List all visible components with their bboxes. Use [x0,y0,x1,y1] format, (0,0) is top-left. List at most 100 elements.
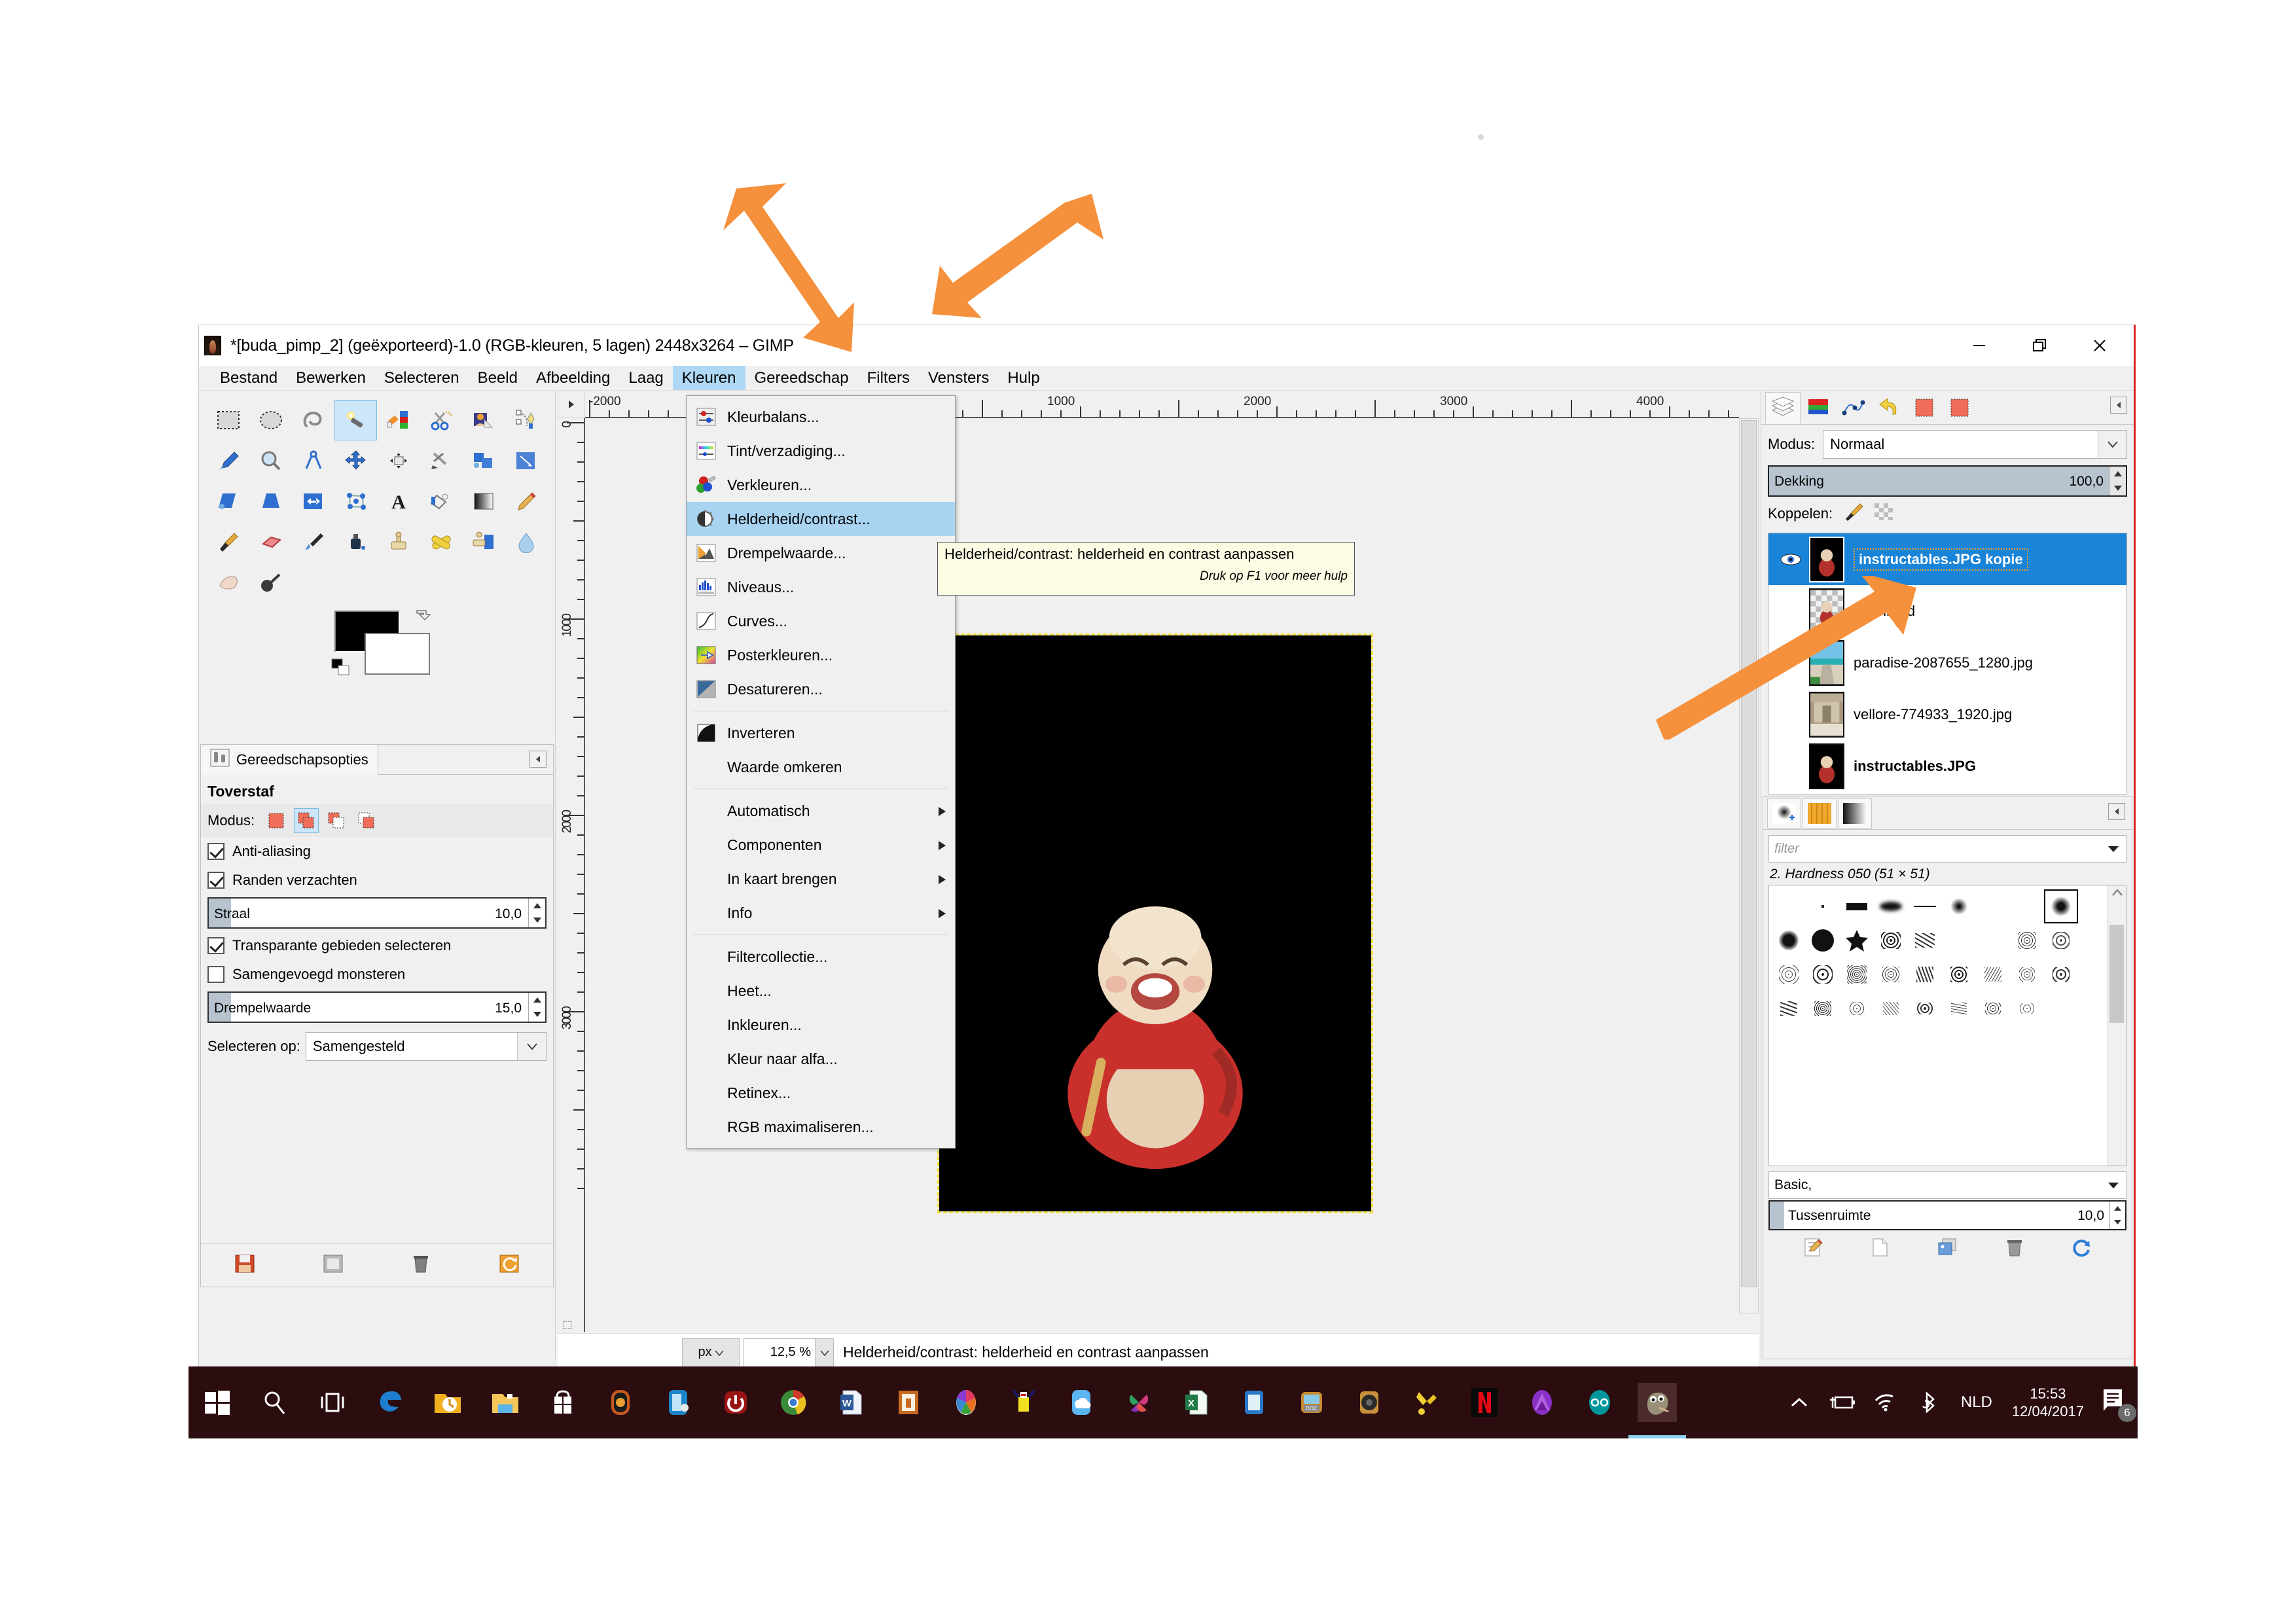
selection-editor-tab-icon[interactable] [1907,392,1942,423]
brush-item[interactable] [1942,889,1976,923]
brush-item[interactable] [1874,889,1908,923]
brush-item[interactable] [1806,957,1840,991]
brush-item[interactable] [2010,957,2044,991]
menu-item-kleurbalans[interactable]: Kleurbalans... [687,400,955,434]
brush-item[interactable] [1908,957,1942,991]
layers-list[interactable]: instructables.JPG kopie Klembord paradis… [1768,533,2127,794]
menu-item-waarde-omkeren[interactable]: Waarde omkeren [687,750,955,784]
menu-item-in-kaart-brengen[interactable]: In kaart brengen [687,862,955,896]
paths-tab-icon[interactable] [1836,392,1871,423]
brush-item[interactable] [1874,991,1908,1026]
brush-tag-combo[interactable]: Basic, [1768,1171,2126,1199]
menu-laag[interactable]: Laag [619,366,672,390]
vertical-scrollbar[interactable] [1739,418,1759,1313]
layer-row-instructables-kopie[interactable]: instructables.JPG kopie [1768,533,2126,585]
collapse-left-icon[interactable] [529,751,547,768]
layer-mode-combo[interactable]: Normaal [1823,430,2127,459]
delete-tool-preset-icon[interactable] [410,1253,432,1277]
brush-item[interactable] [1908,923,1942,957]
brush-item[interactable] [1772,889,1806,923]
brush-item[interactable] [1806,889,1840,923]
cage-transform-icon[interactable] [334,481,377,522]
bluetooth-icon[interactable] [1914,1388,1943,1417]
refresh-brushes-icon[interactable] [2071,1237,2092,1261]
ink-icon[interactable] [334,522,377,562]
new-brush-icon[interactable] [1870,1237,1891,1261]
menu-selecteren[interactable]: Selecteren [375,366,469,390]
select-transparent-row[interactable]: Transparante gebieden selecteren [201,931,553,960]
lock-alpha-icon[interactable] [1873,502,1894,525]
vertical-scroll-thumb[interactable] [1741,420,1757,1288]
perspective-clone-icon[interactable] [462,522,505,562]
quickmask-toggle-icon[interactable]: ⬚ [559,1316,576,1333]
menu-item-retinex[interactable]: Retinex... [687,1076,955,1110]
paintbrush-icon[interactable] [207,522,249,562]
menu-item-posterkleuren[interactable]: Posterkleuren... [687,638,955,672]
menu-item-verkleuren[interactable]: Verkleuren... [687,468,955,502]
layer-row-klembord[interactable]: Klembord [1768,585,2126,637]
text-icon[interactable]: A [377,481,420,522]
opacity-stepper[interactable] [2109,467,2126,495]
edit-brush-icon[interactable] [1803,1237,1824,1261]
brushes-tab-icon[interactable] [1767,798,1801,829]
menu-gereedschap[interactable]: Gereedschap [745,366,858,390]
chevron-up-icon[interactable] [2111,888,2124,897]
brush-item[interactable] [1908,889,1942,923]
brush-item[interactable] [1976,957,2010,991]
brush-item[interactable] [1806,923,1840,957]
layers-tab-icon[interactable] [1765,391,1801,423]
brush-filter-input[interactable]: filter [1768,835,2126,863]
lego-icon[interactable] [1004,1383,1043,1422]
brush-item[interactable] [1976,889,2010,923]
menu-item-helderheid-contrast[interactable]: Helderheid/contrast... [687,502,955,536]
clone-icon[interactable] [377,522,420,562]
layer-row-vellore[interactable]: vellore-774933_1920.jpg [1768,688,2126,740]
gradient-icon[interactable] [462,481,505,522]
rect-select-icon[interactable] [207,400,249,440]
action-center-icon[interactable]: 6 [2100,1387,2136,1422]
fuzzy-select-icon[interactable] [334,400,377,440]
menu-filters[interactable]: Filters [858,366,919,390]
app-blue-icon[interactable] [1234,1383,1274,1422]
eraser-icon[interactable] [249,522,292,562]
windows-start-icon[interactable] [198,1383,237,1422]
heal-icon[interactable] [420,522,462,562]
collapse-left-icon[interactable] [2108,803,2125,820]
undo-history-tab-icon[interactable] [1871,392,1907,423]
align-icon[interactable] [377,440,420,481]
menu-item-componenten[interactable]: Componenten [687,828,955,862]
search-icon[interactable] [255,1383,295,1422]
canvas-image-buddha[interactable] [937,633,1373,1213]
wifi-icon[interactable] [1871,1388,1900,1417]
brush-item[interactable] [2010,889,2044,923]
brush-item[interactable] [2010,923,2044,957]
measure-icon[interactable] [292,440,334,481]
scissors-select-icon[interactable] [420,400,462,440]
feather-row[interactable]: Randen verzachten [201,866,553,895]
pencil-icon[interactable] [505,481,547,522]
threshold-stepper[interactable] [528,993,545,1022]
collapse-left-icon[interactable] [2110,397,2127,414]
brush-item[interactable] [1976,991,2010,1026]
rotate-icon[interactable] [462,440,505,481]
zoom-dropdown-icon[interactable] [816,1338,834,1367]
brush-item[interactable] [1874,923,1908,957]
gimp-icon[interactable] [1628,1383,1686,1438]
doc-scanner-icon[interactable]: DOC [1292,1383,1331,1422]
background-color-swatch[interactable] [365,633,430,675]
brush-item[interactable] [2010,991,2044,1026]
lock-pixels-icon[interactable] [1842,502,1864,525]
menu-afbeelding[interactable]: Afbeelding [527,366,619,390]
blur-sharpen-icon[interactable] [505,522,547,562]
duplicate-brush-icon[interactable] [1937,1237,1958,1261]
menu-item-niveaus[interactable]: Niveaus... [687,570,955,604]
brush-item[interactable] [1942,923,1976,957]
color-picker-icon[interactable] [207,440,249,481]
affinity-photo-icon[interactable] [1522,1383,1562,1422]
menu-item-desatureren[interactable]: Desatureren... [687,672,955,706]
close-icon[interactable] [2070,325,2130,366]
minimize-icon[interactable] [1949,325,2009,366]
brush-item[interactable] [1976,923,2010,957]
chevron-down-icon[interactable] [2098,431,2126,458]
brush-item[interactable] [1840,957,1874,991]
